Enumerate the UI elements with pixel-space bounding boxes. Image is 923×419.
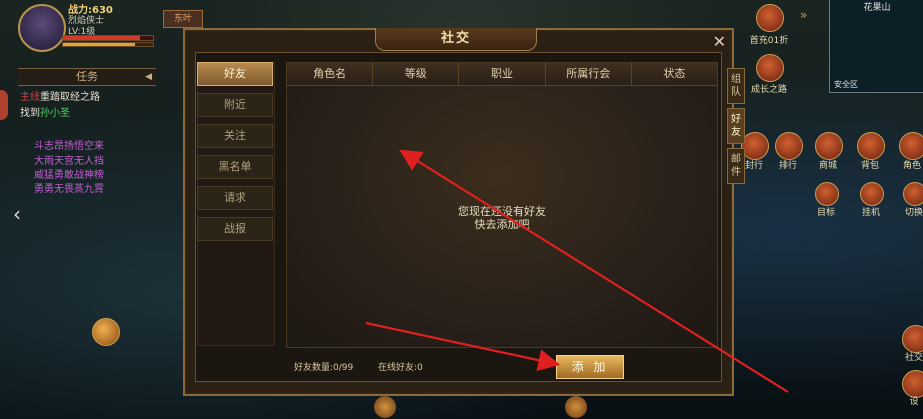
- hp-bar: [62, 35, 154, 41]
- chevron-left-icon[interactable]: ‹: [13, 202, 21, 226]
- column-header[interactable]: 等级: [373, 63, 460, 85]
- tab-battle-report[interactable]: 战报: [197, 217, 273, 241]
- menu-label[interactable]: 目标: [806, 205, 846, 218]
- friends-table: 角色名 等级 职业 所属行会 状态 您现在还没有好友 快去添加吧: [286, 62, 718, 348]
- side-tab-friends[interactable]: 好 友: [727, 108, 745, 144]
- target-icon[interactable]: [815, 182, 839, 206]
- path-icon[interactable]: [756, 54, 784, 82]
- growth-path-label[interactable]: 成长之路: [749, 82, 789, 95]
- hp-fill: [63, 36, 140, 40]
- dialog-title: 社交: [375, 28, 537, 51]
- mp-bar: [62, 42, 154, 47]
- social-icon[interactable]: [902, 325, 923, 353]
- tab-list: 好友 附近 关注 黑名单 请求 战报: [197, 62, 273, 248]
- side-tab-char: 组: [731, 74, 741, 85]
- quest-title: 任务: [76, 70, 98, 83]
- quest-prefix: 主线: [20, 92, 40, 103]
- side-tab-char: 友: [731, 127, 741, 138]
- menu-label[interactable]: 社交: [894, 350, 923, 363]
- quest-prefix-find: 找到: [20, 108, 40, 119]
- menu-label[interactable]: 挂机: [851, 205, 891, 218]
- tab-requests[interactable]: 请求: [197, 186, 273, 210]
- menu-label[interactable]: 切换: [894, 205, 923, 218]
- character-icon[interactable]: [899, 132, 923, 160]
- switch-icon[interactable]: [903, 182, 923, 206]
- bag-icon[interactable]: [857, 132, 885, 160]
- top-left-button[interactable]: 东叶: [163, 10, 203, 28]
- column-header[interactable]: 所属行会: [546, 63, 632, 85]
- empty-line: 快去添加吧: [474, 218, 530, 231]
- player-avatar[interactable]: [18, 4, 66, 52]
- tab-friends[interactable]: 好友: [197, 62, 273, 86]
- seal-icon[interactable]: [741, 132, 769, 160]
- quest-purple-line: 大雨天宫无人挡: [34, 156, 104, 167]
- collapse-arrow-icon[interactable]: ◀: [145, 69, 152, 85]
- empty-state: 您现在还没有好友 快去添加吧: [287, 205, 717, 231]
- side-tab-char: 件: [731, 167, 741, 178]
- social-dialog: 社交 ✕ 好友 附近 关注 黑名单 请求 战报 角色名 等级 职业 所属行会 状…: [183, 28, 745, 396]
- tab-following[interactable]: 关注: [197, 124, 273, 148]
- column-header[interactable]: 职业: [459, 63, 546, 85]
- tab-nearby[interactable]: 附近: [197, 93, 273, 117]
- minimap-title: 花果山: [863, 3, 891, 13]
- quest-target: 孙小圣: [40, 108, 70, 119]
- minimap-zone: 安全区: [834, 80, 858, 89]
- add-friend-button[interactable]: 添 加: [556, 355, 624, 379]
- dialog-footer: 好友数量:0/99 在线好友:0 添 加: [286, 352, 716, 380]
- shop-icon[interactable]: [815, 132, 843, 160]
- quest-purple-line: 威猛勇敢战神榜: [34, 170, 104, 181]
- menu-label[interactable]: 商城: [808, 158, 848, 171]
- online-count: 在线好友:0: [378, 363, 423, 373]
- friend-count: 好友数量:0/99: [294, 363, 354, 373]
- quest-line-main[interactable]: 主线重踏取经之路: [20, 88, 100, 103]
- minimap[interactable]: 花果山 安全区: [829, 0, 923, 93]
- quest-purple-line: 斗志昂扬悟空来: [34, 141, 104, 152]
- menu-label[interactable]: 设: [894, 394, 923, 407]
- side-tab-char: 队: [731, 87, 741, 98]
- empty-line: 您现在还没有好友: [458, 205, 546, 218]
- quest-header[interactable]: 任务 ◀: [18, 68, 156, 86]
- tab-blacklist[interactable]: 黑名单: [197, 155, 273, 179]
- auto-icon[interactable]: [860, 182, 884, 206]
- column-header[interactable]: 角色名: [287, 63, 374, 85]
- skill-orb-icon[interactable]: [92, 318, 120, 346]
- bottom-skill-icon[interactable]: [374, 396, 396, 418]
- side-tab-mail[interactable]: 邮 件: [727, 148, 745, 184]
- quest-line-target[interactable]: 找到孙小圣: [20, 104, 70, 119]
- menu-label[interactable]: 背包: [850, 158, 890, 171]
- quest-text: 重踏取经之路: [40, 92, 100, 103]
- menu-label[interactable]: 排行: [768, 158, 808, 171]
- gift-icon[interactable]: [756, 4, 784, 32]
- side-tab-char: 邮: [731, 154, 741, 165]
- first-charge-label[interactable]: 首充01折: [749, 33, 789, 46]
- mp-fill: [63, 43, 135, 46]
- side-tab-char: 好: [731, 114, 741, 125]
- side-orb[interactable]: [0, 90, 8, 120]
- ranking-icon[interactable]: [775, 132, 803, 160]
- side-tab-team[interactable]: 组 队: [727, 68, 745, 104]
- column-header[interactable]: 状态: [632, 63, 717, 85]
- table-header: 角色名 等级 职业 所属行会 状态: [287, 63, 717, 86]
- quest-purple-line: 勇勇无畏蒸九霄: [34, 184, 104, 195]
- menu-label[interactable]: 角色: [892, 158, 923, 171]
- double-chevron-icon[interactable]: »: [800, 8, 807, 22]
- close-icon[interactable]: ✕: [713, 32, 726, 51]
- bottom-skill-icon[interactable]: [565, 396, 587, 418]
